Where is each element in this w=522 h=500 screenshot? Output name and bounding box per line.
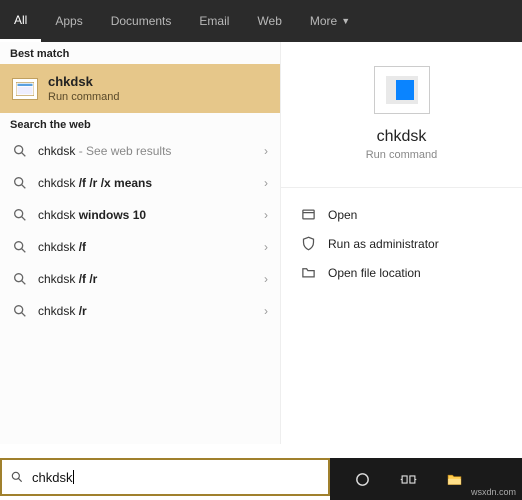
chevron-right-icon: › <box>264 208 268 222</box>
results-panel: Best match chkdsk Run command Search the… <box>0 42 280 444</box>
action-open[interactable]: Open <box>297 200 506 229</box>
cortana-button[interactable] <box>342 460 382 498</box>
preview-thumbnail <box>374 66 430 114</box>
suggestion-item[interactable]: chkdsk /f /r /x means › <box>0 167 280 199</box>
best-match-title: chkdsk <box>48 74 120 89</box>
suggestion-item[interactable]: chkdsk /r › <box>0 295 280 327</box>
tab-more[interactable]: More▼ <box>296 0 364 42</box>
tab-email[interactable]: Email <box>185 0 243 42</box>
suggestion-item[interactable]: chkdsk /f › <box>0 231 280 263</box>
text-cursor <box>73 470 74 484</box>
search-icon <box>10 470 24 484</box>
action-open-file-location[interactable]: Open file location <box>297 258 506 287</box>
search-input[interactable]: chkdsk <box>0 458 330 496</box>
search-icon <box>12 175 28 191</box>
tab-documents[interactable]: Documents <box>97 0 186 42</box>
preview-subtitle: Run command <box>366 149 438 161</box>
action-run-as-admin[interactable]: Run as administrator <box>297 229 506 258</box>
chevron-down-icon: ▼ <box>341 16 350 26</box>
search-icon <box>12 207 28 223</box>
search-query-text: chkdsk <box>32 470 72 485</box>
suggestion-item[interactable]: chkdsk - See web results › <box>0 135 280 167</box>
chevron-right-icon: › <box>264 304 268 318</box>
shield-icon <box>301 236 316 251</box>
chevron-right-icon: › <box>264 272 268 286</box>
tab-apps[interactable]: Apps <box>41 0 96 42</box>
preview-panel: chkdsk Run command Open Run as administr… <box>280 42 522 444</box>
search-web-label: Search the web <box>0 113 280 135</box>
search-icon <box>12 271 28 287</box>
search-icon <box>12 239 28 255</box>
suggestion-item[interactable]: chkdsk /f /r › <box>0 263 280 295</box>
tab-web[interactable]: Web <box>243 0 295 42</box>
search-icon <box>12 303 28 319</box>
task-view-button[interactable] <box>388 460 428 498</box>
chevron-right-icon: › <box>264 176 268 190</box>
command-icon <box>12 78 38 100</box>
folder-icon <box>301 265 316 280</box>
preview-title: chkdsk <box>377 128 427 146</box>
file-explorer-button[interactable] <box>434 460 474 498</box>
best-match-label: Best match <box>0 42 280 64</box>
best-match-item[interactable]: chkdsk Run command <box>0 64 280 113</box>
watermark: wsxdn.com <box>471 487 516 497</box>
tab-all[interactable]: All <box>0 0 41 42</box>
chevron-right-icon: › <box>264 240 268 254</box>
open-icon <box>301 207 316 222</box>
search-tabs: All Apps Documents Email Web More▼ <box>0 0 522 42</box>
search-icon <box>12 143 28 159</box>
best-match-subtitle: Run command <box>48 91 120 103</box>
chevron-right-icon: › <box>264 144 268 158</box>
suggestion-item[interactable]: chkdsk windows 10 › <box>0 199 280 231</box>
